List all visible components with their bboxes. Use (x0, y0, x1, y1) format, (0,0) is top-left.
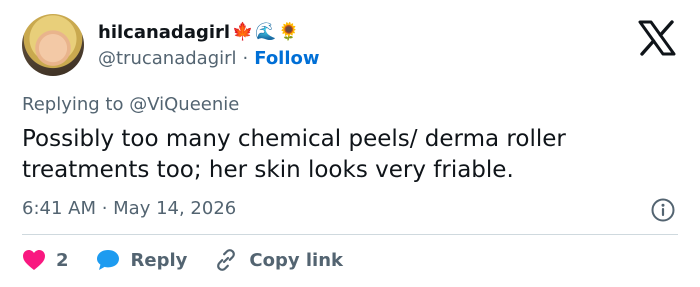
info-icon[interactable] (650, 197, 676, 223)
avatar[interactable] (22, 14, 84, 76)
tweet-card: hilcanadagirl 🍁 🌊 🌻 @trucanadagirl · Fol… (0, 0, 700, 287)
handle-row: @trucanadagirl · Follow (98, 48, 320, 69)
handle-separator: · (242, 48, 249, 69)
reply-label: Reply (130, 249, 188, 271)
copy-link-button[interactable]: Copy link (213, 247, 343, 273)
copy-link-label: Copy link (249, 249, 343, 271)
display-name[interactable]: hilcanadagirl (98, 22, 230, 43)
tweet-timestamp[interactable]: 6:41 AM · May 14, 2026 (22, 198, 236, 219)
reply-button[interactable]: Reply (95, 248, 188, 272)
replying-to[interactable]: Replying to @ViQueenie (22, 94, 239, 115)
maple-leaf-emoji: 🍁 (232, 22, 254, 42)
heart-icon (22, 249, 46, 271)
x-logo-icon[interactable] (637, 20, 677, 56)
tweet-text: Possibly too many chemical peels/ derma … (22, 126, 566, 183)
like-count: 2 (56, 249, 69, 271)
author-handle[interactable]: @trucanadagirl (98, 48, 237, 69)
follow-button[interactable]: Follow (254, 48, 319, 69)
speech-bubble-icon (95, 248, 121, 272)
link-icon (213, 247, 239, 273)
sunflower-emoji: 🌻 (278, 22, 300, 42)
action-bar: 2 Reply Copy link (22, 246, 369, 274)
divider (22, 234, 678, 235)
author-name-row: hilcanadagirl 🍁 🌊 🌻 (98, 22, 300, 43)
like-button[interactable]: 2 (22, 249, 69, 271)
wave-emoji: 🌊 (255, 22, 277, 42)
